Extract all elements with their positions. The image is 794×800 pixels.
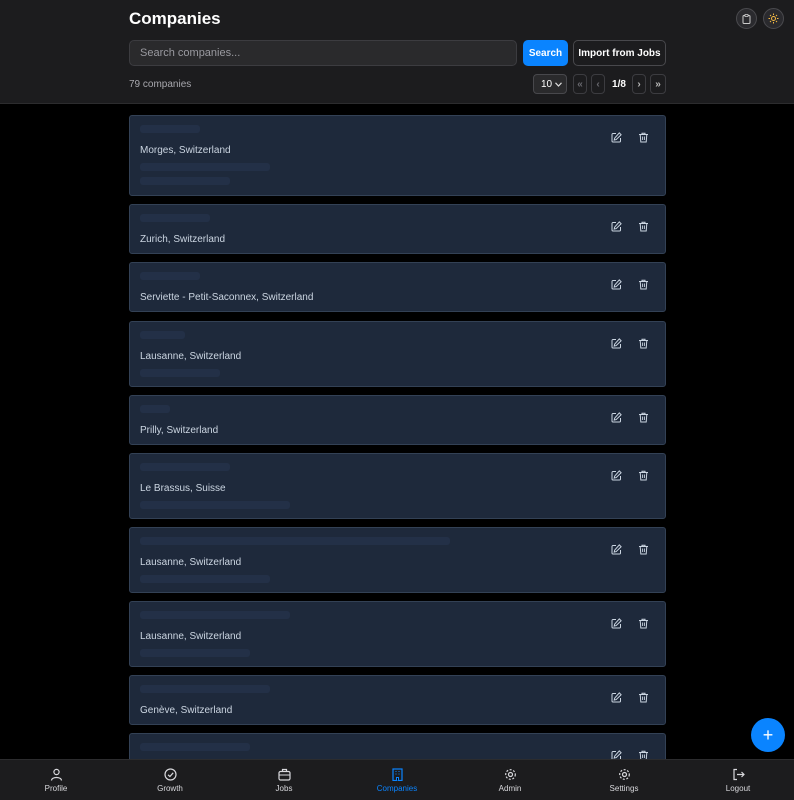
- nav-item-admin[interactable]: Admin: [465, 760, 555, 800]
- company-location: Le Brassus, Suisse: [140, 483, 226, 494]
- redacted-text: [140, 125, 200, 133]
- nav-label: Logout: [725, 783, 751, 793]
- redacted-text: [140, 331, 185, 339]
- redacted-text: [140, 405, 170, 413]
- company-card[interactable]: Lausanne, Switzerland: [129, 527, 666, 593]
- nav-label: Profile: [44, 783, 68, 793]
- gear-icon: [618, 768, 631, 784]
- trash-icon[interactable]: [638, 336, 651, 349]
- company-card[interactable]: Serviette - Petit-Saconnex, Switzerland: [129, 262, 666, 312]
- header: Companies Search Import from Jobs 79 com…: [0, 0, 794, 104]
- redacted-text: [140, 272, 200, 280]
- bottom-nav: Profile Growth Jobs Companies Admin Settings L…: [0, 759, 794, 800]
- nav-item-companies[interactable]: Companies: [352, 760, 442, 800]
- company-location: Serviette - Petit-Saconnex, Switzerland: [140, 292, 314, 303]
- gear-icon: [504, 768, 517, 784]
- page-title: Companies: [129, 9, 221, 28]
- clipboard-button[interactable]: [736, 8, 757, 29]
- trash-icon[interactable]: [638, 219, 651, 232]
- theme-toggle-button[interactable]: [763, 8, 784, 29]
- redacted-text: [140, 685, 270, 693]
- last-page-button[interactable]: »: [650, 74, 666, 94]
- trash-icon[interactable]: [638, 542, 651, 555]
- nav-label: Companies: [376, 783, 418, 793]
- redacted-text: [140, 163, 270, 171]
- check-circle-icon: [163, 767, 177, 784]
- nav-item-growth[interactable]: Growth: [125, 760, 215, 800]
- company-location: Prilly, Switzerland: [140, 425, 219, 436]
- edit-icon[interactable]: [611, 542, 624, 555]
- building-icon: [391, 767, 404, 784]
- company-location: Morges, Switzerland: [140, 145, 231, 156]
- company-location: Lausanne, Switzerland: [140, 557, 242, 568]
- nav-label: Growth: [157, 783, 183, 793]
- next-page-button[interactable]: ›: [632, 74, 646, 94]
- nav-label: Jobs: [275, 783, 293, 793]
- redacted-text: [140, 611, 290, 619]
- briefcase-icon: [277, 768, 291, 784]
- edit-icon[interactable]: [611, 468, 624, 481]
- trash-icon[interactable]: [638, 410, 651, 423]
- page-size-select[interactable]: 10: [533, 74, 567, 94]
- trash-icon[interactable]: [638, 468, 651, 481]
- nav-label: Admin: [498, 783, 522, 793]
- redacted-text: [140, 537, 450, 545]
- company-card[interactable]: Genève, Switzerland: [129, 675, 666, 725]
- edit-icon[interactable]: [611, 336, 624, 349]
- trash-icon[interactable]: [638, 277, 651, 290]
- redacted-text: [140, 743, 250, 751]
- nav-item-settings[interactable]: Settings: [579, 760, 669, 800]
- company-card[interactable]: Le Brassus, Suisse: [129, 453, 666, 519]
- user-icon: [50, 768, 63, 784]
- edit-icon[interactable]: [611, 616, 624, 629]
- edit-icon[interactable]: [611, 410, 624, 423]
- edit-icon[interactable]: [611, 130, 624, 143]
- first-page-button[interactable]: «: [573, 74, 587, 94]
- company-card[interactable]: Lausanne, Switzerland: [129, 601, 666, 667]
- page-info: 1/8: [612, 78, 626, 90]
- edit-icon[interactable]: [611, 690, 624, 703]
- nav-item-jobs[interactable]: Jobs: [239, 760, 329, 800]
- trash-icon[interactable]: [638, 616, 651, 629]
- company-location: Lausanne, Switzerland: [140, 351, 242, 362]
- edit-icon[interactable]: [611, 219, 624, 232]
- search-button[interactable]: Search: [523, 40, 568, 66]
- redacted-text: [140, 463, 230, 471]
- logout-icon: [732, 768, 745, 784]
- company-card[interactable]: Prilly, Switzerland: [129, 395, 666, 445]
- edit-icon[interactable]: [611, 277, 624, 290]
- clipboard-icon: [742, 13, 751, 24]
- company-location: Genève, Switzerland: [140, 705, 233, 716]
- company-card[interactable]: Morges, Switzerland: [129, 115, 666, 196]
- chevron-down-icon: [555, 81, 562, 87]
- trash-icon[interactable]: [638, 130, 651, 143]
- nav-item-profile[interactable]: Profile: [11, 760, 101, 800]
- redacted-text: [140, 575, 270, 583]
- trash-icon[interactable]: [638, 690, 651, 703]
- nav-label: Settings: [609, 783, 639, 793]
- company-location: Lausanne, Switzerland: [140, 631, 242, 642]
- nav-item-logout[interactable]: Logout: [693, 760, 783, 800]
- redacted-text: [140, 501, 290, 509]
- redacted-text: [140, 177, 230, 185]
- import-from-jobs-button[interactable]: Import from Jobs: [573, 40, 666, 66]
- redacted-text: [140, 214, 210, 222]
- redacted-text: [140, 649, 250, 657]
- add-company-button[interactable]: +: [751, 718, 785, 752]
- company-card[interactable]: Zurich, Switzerland: [129, 204, 666, 254]
- company-count: 79 companies: [129, 79, 192, 90]
- redacted-text: [140, 369, 220, 377]
- sun-icon: [768, 13, 779, 24]
- company-card[interactable]: Lausanne, Switzerland: [129, 321, 666, 387]
- prev-page-button[interactable]: ‹: [591, 74, 605, 94]
- page-size-value: 10: [541, 78, 553, 90]
- search-input[interactable]: [129, 40, 517, 66]
- company-location: Zurich, Switzerland: [140, 234, 226, 245]
